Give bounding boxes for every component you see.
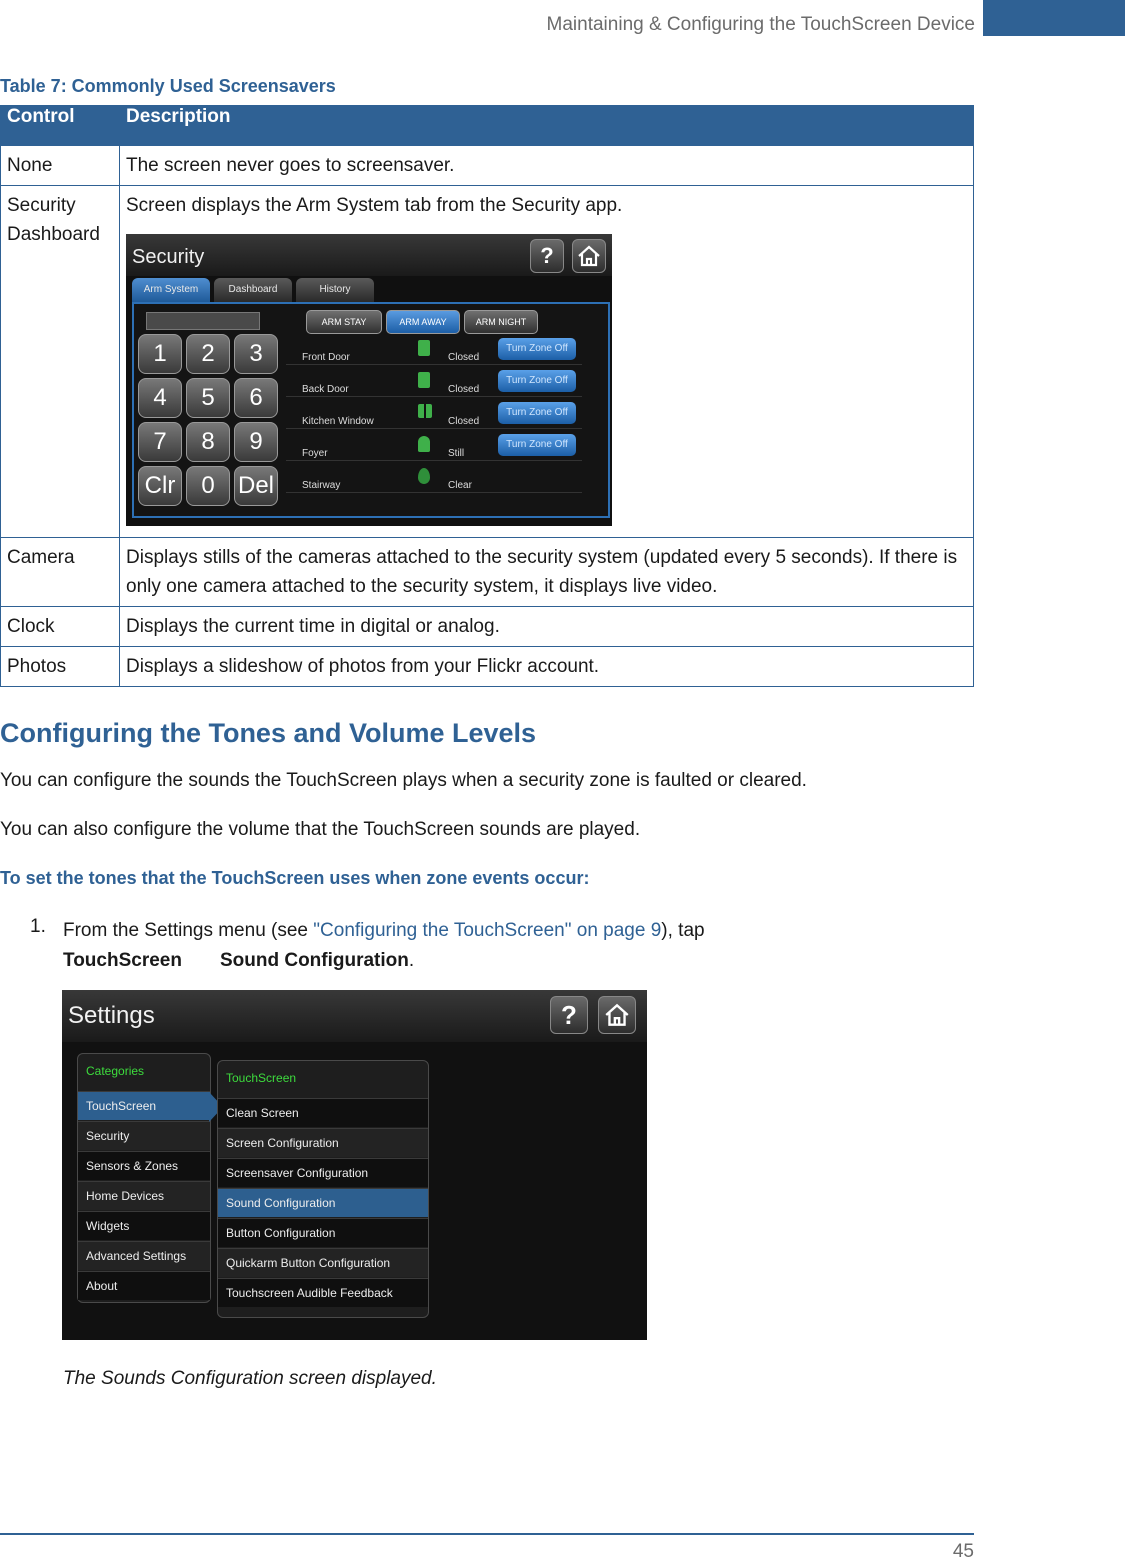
table-caption: Table 7: Commonly Used Screensavers (0, 76, 336, 96)
section-heading: Configuring the Tones and Volume Levels (0, 718, 537, 748)
categories-label: Categories (86, 1064, 145, 1078)
cell-control: Camera (0, 537, 120, 607)
paragraph: You can also configure the volume that t… (0, 819, 641, 840)
menu-path-touchscreen: TouchScreen (63, 950, 182, 971)
help-icon[interactable]: ? (530, 239, 564, 273)
keypad-key-7[interactable]: 7 (138, 422, 182, 462)
keypad-key-delete[interactable]: Del (234, 466, 278, 506)
keypad-key-1[interactable]: 1 (138, 334, 182, 374)
menu-item-screen-configuration[interactable]: Screen Configuration (218, 1128, 428, 1157)
cell-control: Clock (0, 606, 120, 647)
cell-control: None (0, 145, 120, 186)
column-header-description: Description (119, 105, 974, 146)
cell-control: Security Dashboard (0, 185, 120, 538)
menu-item-button-configuration[interactable]: Button Configuration (218, 1218, 428, 1247)
menu-item-screensaver-configuration[interactable]: Screensaver Configuration (218, 1158, 428, 1187)
paragraph: You can configure the sounds the TouchSc… (0, 770, 807, 791)
keypad-key-6[interactable]: 6 (234, 378, 278, 418)
screenshot-caption: The Sounds Configuration screen displaye… (63, 1368, 437, 1389)
keypad-key-0[interactable]: 0 (186, 466, 230, 506)
zone-name: Stairway (302, 480, 341, 491)
menu-item-clean-screen[interactable]: Clean Screen (218, 1098, 428, 1127)
screensaver-table: Control Description None The screen neve… (0, 105, 974, 687)
menu-item-quickarm-button-configuration[interactable]: Quickarm Button Configuration (218, 1248, 428, 1277)
arm-stay-button[interactable]: ARM STAY (306, 310, 382, 334)
cell-control: Photos (0, 646, 120, 687)
category-sensors-zones[interactable]: Sensors & Zones (78, 1151, 210, 1180)
menu-path-sound-configuration: Sound Configuration (219, 950, 409, 971)
cell-description: Displays a slideshow of photos from your… (119, 646, 974, 687)
table-row: Security Dashboard Screen displays the A… (0, 185, 974, 538)
door-icon (418, 340, 430, 356)
category-about[interactable]: About (78, 1271, 210, 1300)
step-text: From the Settings menu (see "Configuring… (63, 916, 705, 976)
running-header: Maintaining & Configuring the TouchScree… (546, 14, 975, 35)
header-accent-bar (983, 0, 1125, 36)
cell-description: Screen displays the Arm System tab from … (126, 195, 623, 216)
keypad-key-3[interactable]: 3 (234, 334, 278, 374)
menu-label: TouchScreen (226, 1071, 297, 1085)
step-text-prefix: From the Settings menu (see (63, 920, 314, 941)
tab-history[interactable]: History (296, 278, 374, 302)
tab-arm-system[interactable]: Arm System (132, 278, 210, 302)
keypad-key-9[interactable]: 9 (234, 422, 278, 462)
tab-dashboard[interactable]: Dashboard (214, 278, 292, 302)
cell-description-with-screenshot: Screen displays the Arm System tab from … (119, 185, 974, 538)
smoke-icon (418, 468, 430, 484)
category-widgets[interactable]: Widgets (78, 1211, 210, 1240)
zone-row: Kitchen Window Closed Turn Zone Off (286, 398, 582, 429)
zone-row: Stairway Clear (286, 462, 582, 493)
keypad-key-2[interactable]: 2 (186, 334, 230, 374)
table-row: None The screen never goes to screensave… (0, 145, 974, 186)
cross-reference-link[interactable]: "Configuring the TouchScreen" on page 9 (313, 920, 661, 941)
touchscreen-menu-panel: TouchScreen Clean Screen Screen Configur… (217, 1060, 429, 1318)
window-icon (418, 404, 432, 418)
category-home-devices[interactable]: Home Devices (78, 1181, 210, 1210)
table-row: Camera Displays stills of the cameras at… (0, 537, 974, 607)
cell-description: Displays stills of the cameras attached … (119, 537, 974, 607)
zone-status: Clear (448, 480, 472, 491)
categories-panel: Categories TouchScreen Security Sensors … (77, 1053, 211, 1303)
security-dashboard-screenshot: Security ? Arm System Dashboard History … (126, 234, 612, 526)
keypad-key-4[interactable]: 4 (138, 378, 182, 418)
category-advanced-settings[interactable]: Advanced Settings (78, 1241, 210, 1270)
door-icon (418, 372, 430, 388)
arm-away-button[interactable]: ARM AWAY (386, 310, 460, 334)
category-touchscreen[interactable]: TouchScreen (78, 1091, 210, 1120)
footer-rule (0, 1533, 974, 1535)
zone-row: Front Door Closed Turn Zone Off (286, 334, 582, 365)
step-number: 1. (30, 916, 46, 937)
step-text-end: . (408, 950, 415, 971)
screen-title: Settings (68, 1002, 155, 1029)
settings-screenshot: Settings ? Categories TouchScreen Securi… (62, 990, 647, 1340)
screen-title: Security (132, 246, 205, 268)
keypad-key-8[interactable]: 8 (186, 422, 230, 462)
keypad-key-clear[interactable]: Clr (138, 466, 182, 506)
turn-zone-off-button[interactable]: Turn Zone Off (498, 402, 576, 424)
table-header-row: Control Description (0, 105, 974, 146)
keypad-key-5[interactable]: 5 (186, 378, 230, 418)
table-row: Photos Displays a slideshow of photos fr… (0, 646, 974, 687)
category-security[interactable]: Security (78, 1121, 210, 1150)
turn-zone-off-button[interactable]: Turn Zone Off (498, 338, 576, 360)
zone-row: Foyer Still Turn Zone Off (286, 430, 582, 461)
column-header-control: Control (0, 105, 120, 146)
turn-zone-off-button[interactable]: Turn Zone Off (498, 434, 576, 456)
help-icon[interactable]: ? (550, 996, 588, 1034)
menu-item-sound-configuration[interactable]: Sound Configuration (218, 1188, 428, 1217)
home-icon[interactable] (598, 996, 636, 1034)
code-display (146, 312, 260, 330)
table-row: Clock Displays the current time in digit… (0, 606, 974, 647)
turn-zone-off-button[interactable]: Turn Zone Off (498, 370, 576, 392)
home-icon[interactable] (572, 239, 606, 273)
cell-description: Displays the current time in digital or … (119, 606, 974, 647)
motion-icon (418, 436, 430, 452)
menu-item-touchscreen-audible-feedback[interactable]: Touchscreen Audible Feedback (218, 1278, 428, 1307)
step-text-suffix: ), tap (661, 920, 705, 941)
cell-description: The screen never goes to screensaver. (119, 145, 974, 186)
arm-night-button[interactable]: ARM NIGHT (464, 310, 538, 334)
zone-row: Back Door Closed Turn Zone Off (286, 366, 582, 397)
procedure-title: To set the tones that the TouchScreen us… (0, 868, 590, 888)
